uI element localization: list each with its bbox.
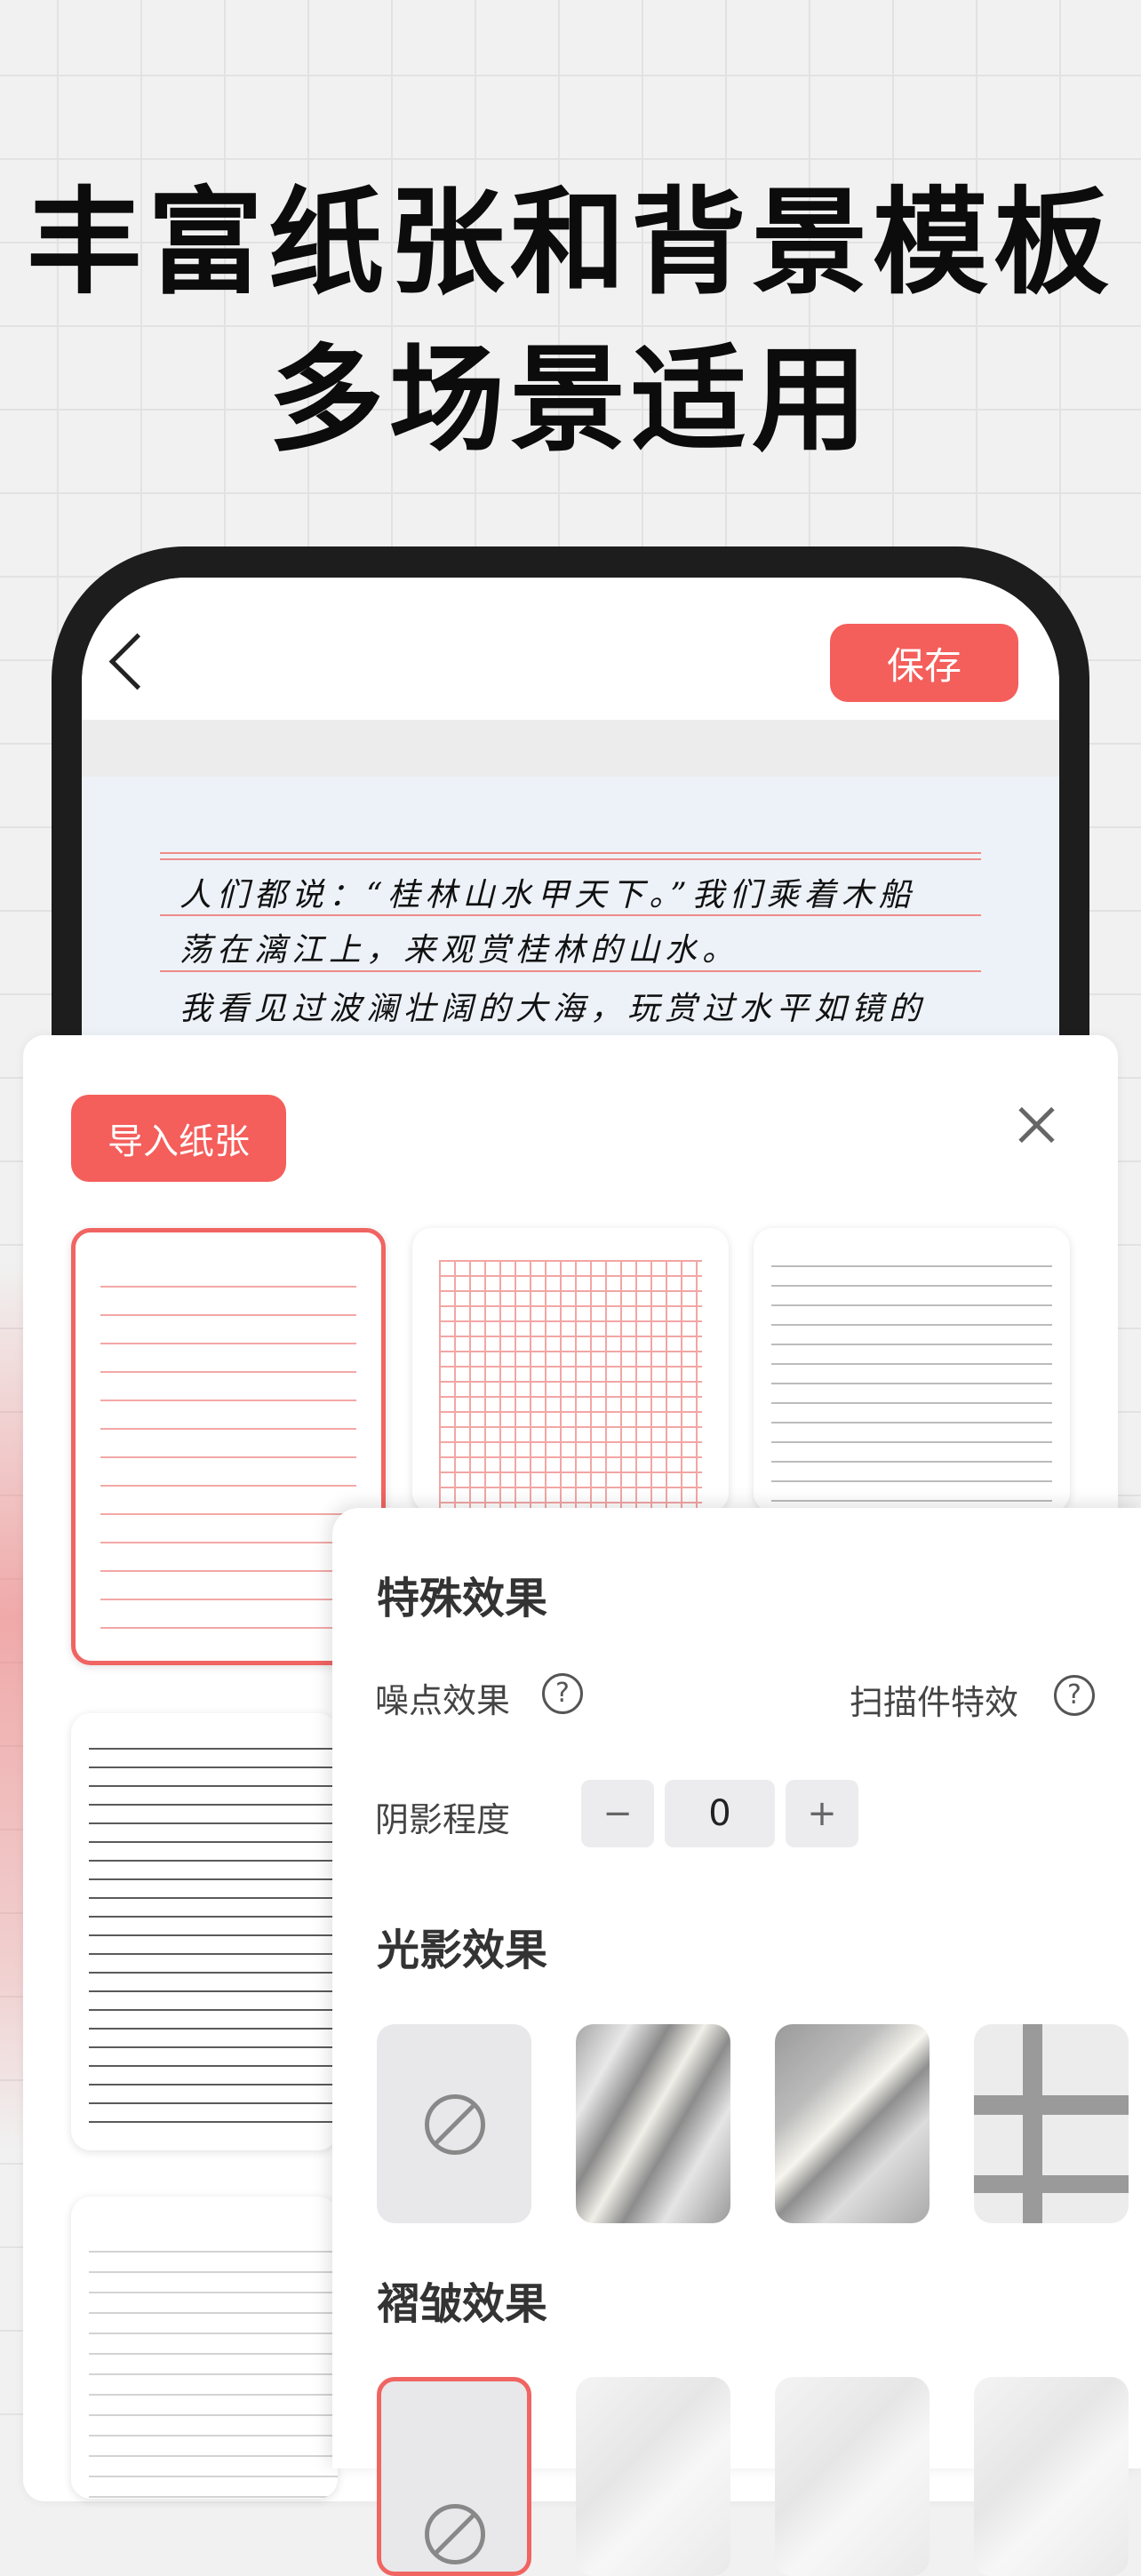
handwriting-line-2: 荡在漓江上，来观赏桂林的山水。 <box>180 932 740 969</box>
headline-line2: 多场景适用 <box>267 332 873 467</box>
noise-effect-label: 噪点效果 <box>375 1681 511 1720</box>
window-shadow <box>1023 2024 1042 2223</box>
paper-pattern <box>89 2232 338 2499</box>
shadow-decrease-button[interactable]: − <box>581 1780 654 1847</box>
shadow-value-field[interactable]: 0 <box>665 1780 775 1847</box>
paper-pattern <box>771 1248 1052 1512</box>
shadow-increase-button[interactable]: + <box>786 1780 858 1847</box>
import-paper-button[interactable]: 导入纸张 <box>71 1095 286 1182</box>
light-effects-title: 光影效果 <box>377 1926 548 1975</box>
wrinkle-effect-none[interactable] <box>377 2377 531 2576</box>
toolbar-strip <box>82 720 1059 777</box>
paper-line <box>160 852 981 854</box>
paper-card-light-lined[interactable] <box>71 2197 338 2499</box>
light-effect-window[interactable] <box>974 2024 1129 2223</box>
paper-pattern <box>100 1259 356 1634</box>
close-icon[interactable] <box>1013 1102 1059 1148</box>
noise-help-icon[interactable]: ? <box>542 1673 583 1714</box>
wrinkle-effect-2[interactable] <box>775 2377 930 2576</box>
paper-line <box>160 970 981 972</box>
window-shadow <box>974 2095 1129 2115</box>
paper-card-red-grid[interactable] <box>412 1228 729 1512</box>
handwriting-line-3: 我看见过波澜壮阔的大海，玩赏过水平如镜的 <box>180 991 927 1027</box>
save-button[interactable]: 保存 <box>830 624 1018 702</box>
window-shadow <box>974 2175 1129 2193</box>
effects-panel: 特殊效果 噪点效果 ? 扫描件特效 ? 阴影程度 − 0 + 光影效果 褶皱效果 <box>332 1508 1141 2576</box>
wrinkle-effect-1[interactable] <box>576 2377 730 2576</box>
special-effects-title: 特殊效果 <box>377 1574 548 1623</box>
paper-card-dark-lined[interactable] <box>71 1713 338 2150</box>
scan-help-icon[interactable]: ? <box>1054 1675 1095 1716</box>
headline-line1: 丰富纸张和背景模板 <box>26 175 1114 310</box>
shadow-level-label: 阴影程度 <box>375 1800 511 1839</box>
paper-pattern <box>89 1731 338 2133</box>
none-icon <box>425 2504 485 2565</box>
light-effect-1[interactable] <box>576 2024 730 2223</box>
paper-pattern <box>439 1260 702 1512</box>
scan-effect-label: 扫描件特效 <box>850 1683 1019 1722</box>
light-effect-2[interactable] <box>775 2024 930 2223</box>
wrinkle-effect-3[interactable] <box>974 2377 1129 2576</box>
none-icon <box>425 2094 485 2155</box>
back-chevron-icon[interactable] <box>108 633 166 690</box>
paper-card-dotted-lines[interactable] <box>754 1228 1070 1512</box>
editor-topbar: 保存 <box>82 578 1059 720</box>
handwriting-line-1: 人们都说：“桂林山水甲天下。”我们乘着木船 <box>180 877 916 913</box>
paper-line <box>160 858 981 860</box>
light-effect-none[interactable] <box>377 2024 531 2223</box>
wrinkle-effects-title: 褶皱效果 <box>377 2279 548 2329</box>
